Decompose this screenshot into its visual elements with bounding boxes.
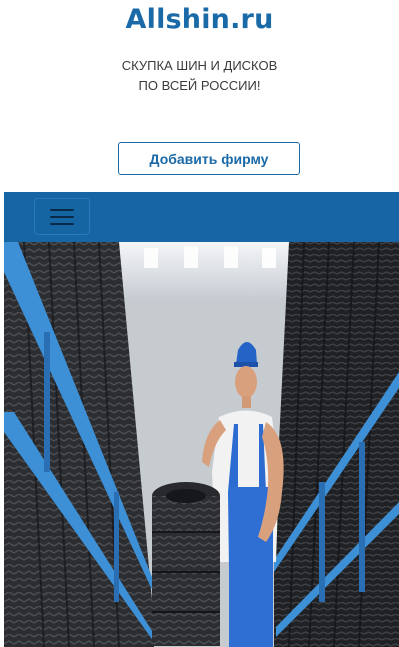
site-logo[interactable]: Allshin.ru [0,4,399,35]
tire-warehouse-mechanic-photo [4,242,399,647]
tagline-line-1: СКУПКА ШИН И ДИСКОВ [121,58,278,73]
add-company-button[interactable]: Добавить фирму [118,142,300,175]
page: Allshin.ru СКУПКА ШИН И ДИСКОВ ПО ВСЕЙ Р… [0,0,399,647]
tagline-line-2: ПО ВСЕЙ РОССИИ! [138,78,261,93]
hamburger-icon[interactable] [34,198,90,235]
navbar [4,192,399,242]
site-header: Allshin.ru СКУПКА ШИН И ДИСКОВ ПО ВСЕЙ Р… [0,0,399,192]
site-tagline: СКУПКА ШИН И ДИСКОВ ПО ВСЕЙ РОССИИ! [0,56,399,96]
hero-image [4,242,399,647]
